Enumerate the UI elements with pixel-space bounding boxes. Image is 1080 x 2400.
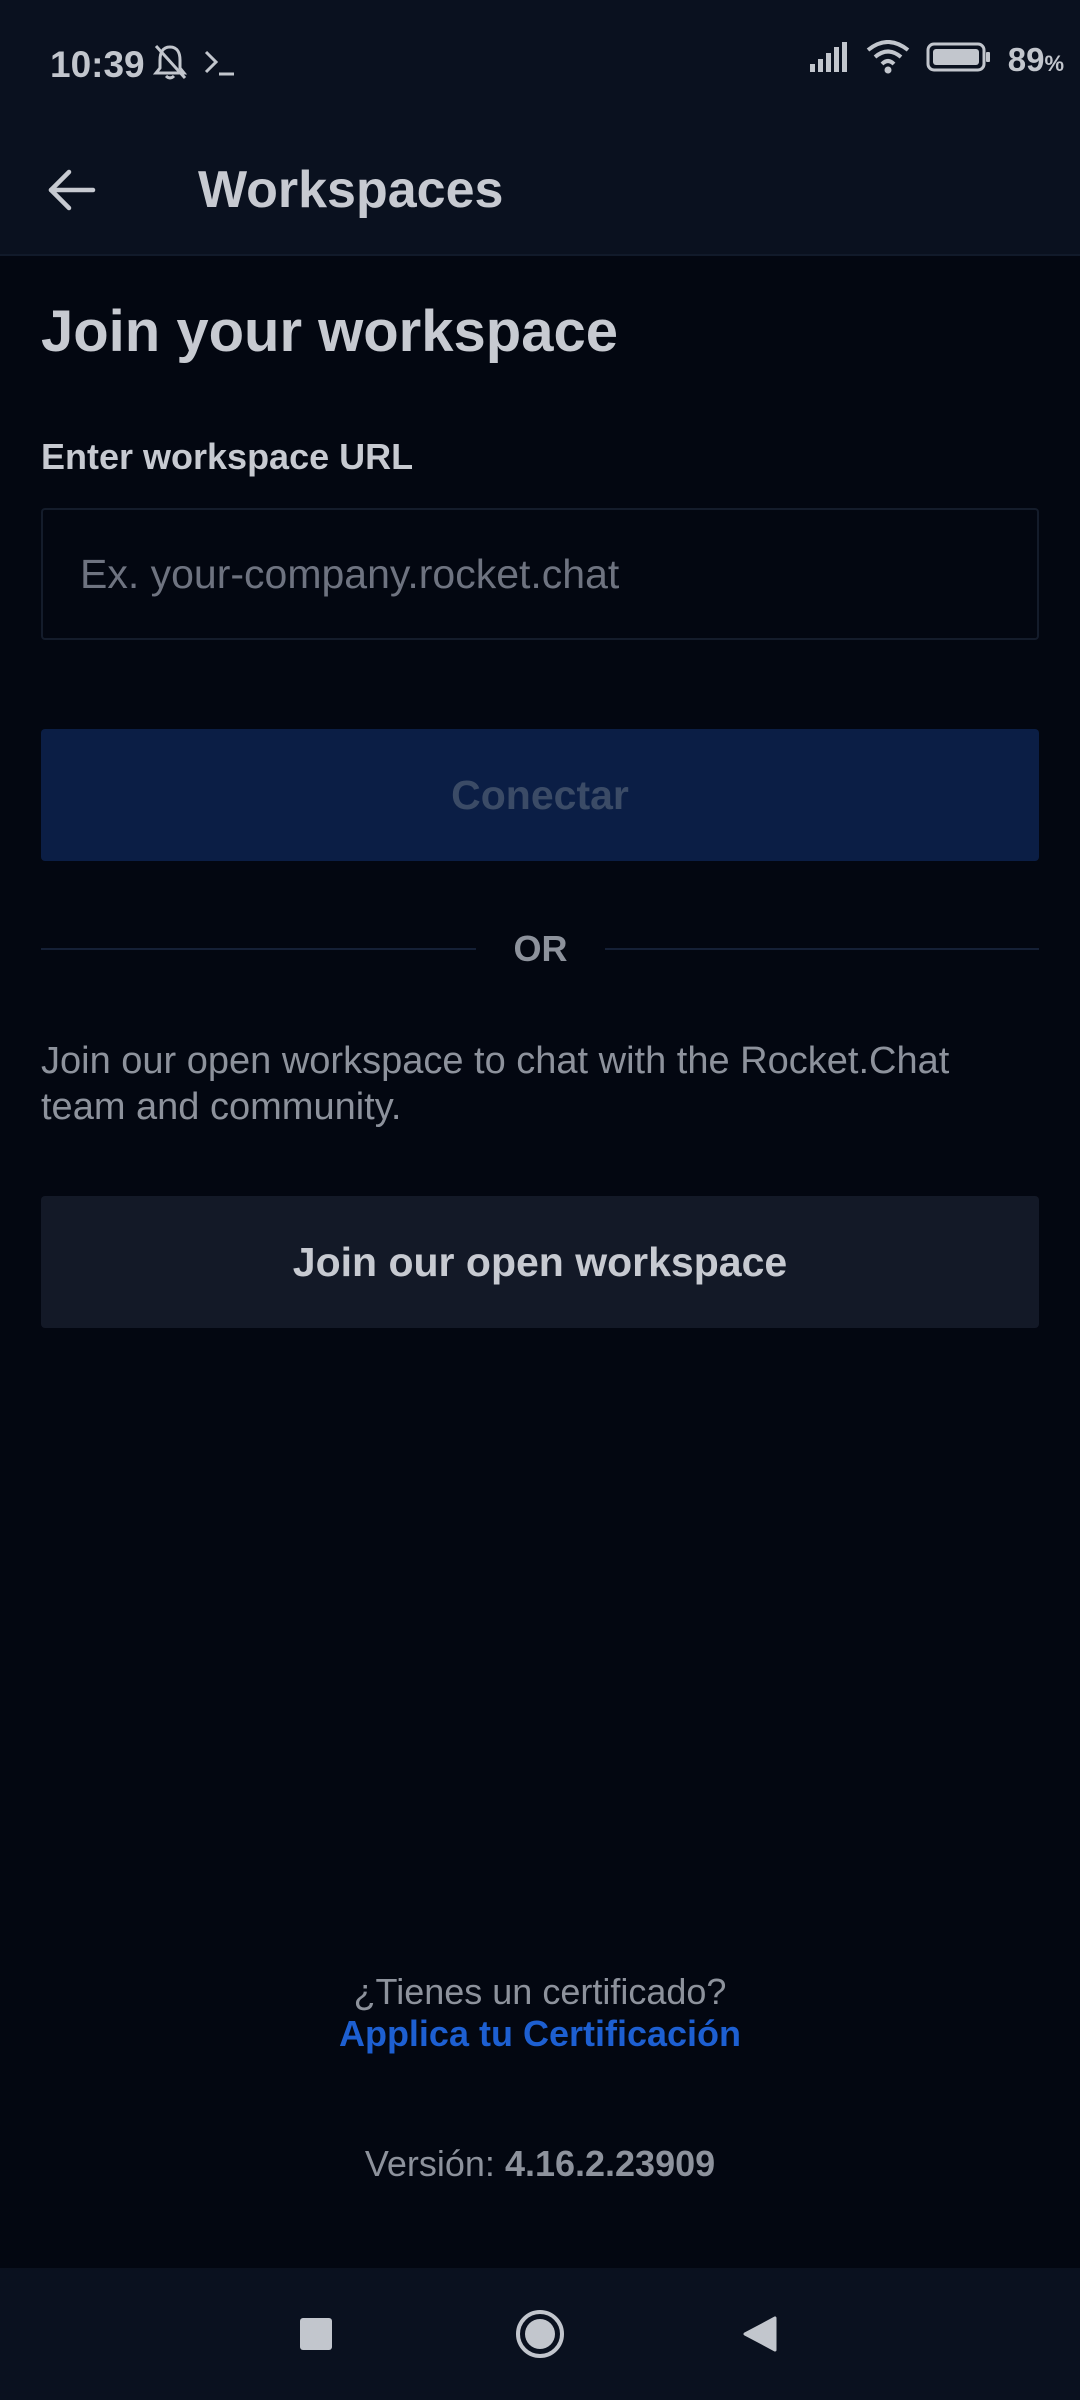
page-title: Join your workspace	[41, 299, 618, 364]
version-number: 4.16.2.23909	[504, 2143, 716, 2184]
open-workspace-description: Join our open workspace to chat with the…	[41, 1040, 950, 1128]
join-open-workspace-button[interactable]: Join our open workspace	[41, 1196, 1039, 1328]
status-right-icons: 89%	[808, 40, 1064, 79]
home-circle-icon	[516, 2310, 564, 2358]
recents-button[interactable]	[278, 2296, 354, 2372]
connect-button[interactable]: Conectar	[41, 729, 1039, 861]
bell-off-icon	[152, 42, 188, 87]
signal-icon	[808, 40, 850, 79]
status-bar: 10:39 89%	[0, 0, 1080, 128]
or-separator: OR	[513, 928, 568, 969]
screen: 10:39 89% Workspaces Join your workspace…	[0, 0, 1080, 2400]
divider-left	[41, 948, 476, 950]
home-button[interactable]	[502, 2296, 578, 2372]
back-triangle-icon	[743, 2316, 777, 2352]
system-back-button[interactable]	[722, 2296, 798, 2372]
certificate-question: ¿Tienes un certificado?	[353, 1971, 727, 2012]
version-label: Versión:	[364, 2143, 495, 2184]
system-nav-bar	[0, 2268, 1080, 2400]
battery-percent: 89%	[1007, 40, 1064, 78]
url-field-label: Enter workspace URL	[41, 436, 414, 477]
terminal-icon	[202, 44, 238, 85]
arrow-left-icon	[48, 169, 96, 211]
workspace-url-input[interactable]	[41, 508, 1039, 640]
app-bar: Workspaces	[0, 128, 1080, 256]
version-text: Versión: 4.16.2.23909	[0, 2140, 1080, 2188]
recents-square-icon	[300, 2318, 332, 2350]
battery-unit: %	[1044, 50, 1064, 76]
status-left-icons	[152, 42, 238, 87]
back-button[interactable]	[30, 148, 114, 232]
apply-certificate-link[interactable]: Applica tu Certificación	[0, 2010, 1080, 2058]
app-title: Workspaces	[198, 161, 504, 219]
wifi-icon	[866, 40, 910, 79]
battery-icon	[926, 40, 992, 79]
status-time: 10:39	[50, 44, 145, 85]
divider-right	[605, 948, 1039, 950]
